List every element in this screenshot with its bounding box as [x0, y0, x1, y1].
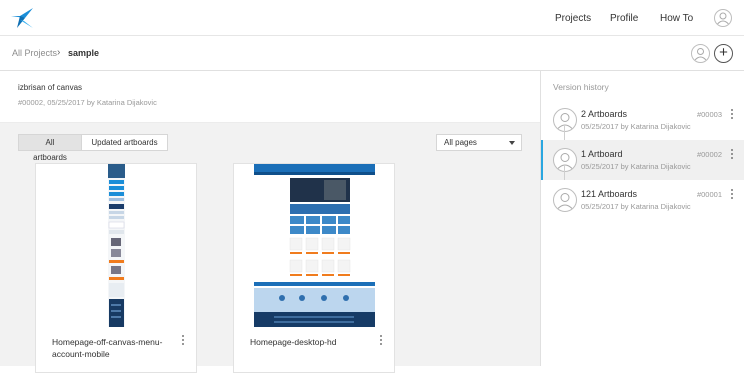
logo-icon[interactable]: [11, 8, 33, 28]
version-item[interactable]: 2 Artboards 05/25/2017 by Katarina Dijak…: [541, 100, 744, 140]
version-number: #00003: [696, 110, 722, 119]
nav-profile-link[interactable]: Profile: [610, 13, 638, 24]
top-navigation-bar: Projects Profile How To: [0, 0, 744, 36]
version-meta: 05/25/2017 by Katarina Dijakovic: [581, 122, 691, 131]
more-vertical-icon[interactable]: [729, 149, 735, 163]
chevron-down-icon: [509, 141, 515, 145]
project-info: izbrisan of canvas #00002, 05/25/2017 by…: [0, 71, 540, 123]
timeline-connector: [564, 166, 565, 180]
user-avatar-icon: [553, 108, 577, 132]
artboard-thumbnail-desktop: [234, 164, 394, 327]
tab-updated-artboards[interactable]: Updated artboards: [81, 135, 167, 150]
nav-projects-link[interactable]: Projects: [555, 13, 591, 24]
version-number: #00001: [696, 190, 722, 199]
user-avatar-icon[interactable]: [714, 9, 732, 27]
artboard-name: Homepage-off-canvas-menu-account-mobile: [52, 337, 163, 359]
plus-icon: +: [719, 44, 728, 61]
version-meta: 05/25/2017 by Katarina Dijakovic: [581, 162, 691, 171]
version-number: #00002: [696, 150, 722, 159]
artboard-card[interactable]: Homepage-desktop-hd: [233, 163, 395, 373]
version-history-panel: Version history 2 Artboards 05/25/2017 b…: [540, 71, 744, 366]
more-vertical-icon[interactable]: [729, 189, 735, 203]
version-item-selected[interactable]: 1 Artboard 05/25/2017 by Katarina Dijako…: [541, 140, 744, 180]
version-item[interactable]: 121 Artboards 05/25/2017 by Katarina Dij…: [541, 180, 744, 220]
user-avatar-icon: [553, 148, 577, 172]
more-vertical-icon[interactable]: [180, 335, 186, 349]
collaborator-avatar-icon[interactable]: [691, 44, 710, 63]
chevron-right-icon: ›: [57, 47, 61, 58]
breadcrumb-all-projects-link[interactable]: All Projects: [12, 48, 57, 58]
version-name: 121 Artboards: [581, 189, 638, 199]
version-history-title: Version history: [553, 82, 609, 92]
breadcrumb: All Projects › sample: [0, 36, 744, 71]
timeline-connector: [564, 126, 565, 140]
artboard-name: Homepage-desktop-hd: [250, 337, 337, 347]
project-title: izbrisan of canvas: [18, 83, 83, 92]
breadcrumb-current-project: sample: [68, 48, 100, 58]
more-vertical-icon[interactable]: [378, 335, 384, 349]
page-select-dropdown[interactable]: All pages: [436, 134, 522, 151]
version-name: 2 Artboards: [581, 109, 628, 119]
page-select-value: All pages: [444, 138, 477, 147]
user-avatar-icon: [553, 188, 577, 212]
artboard-thumbnail-mobile: [36, 164, 196, 327]
nav-how-to-link[interactable]: How To: [660, 13, 693, 24]
version-meta: 05/25/2017 by Katarina Dijakovic: [581, 202, 691, 211]
artboard-card[interactable]: Homepage-off-canvas-menu-account-mobile: [35, 163, 197, 373]
tab-all-artboards[interactable]: All artboards: [19, 135, 81, 162]
more-vertical-icon[interactable]: [729, 109, 735, 123]
artboard-filter-toggle: All artboards Updated artboards: [18, 134, 168, 162]
project-meta: #00002, 05/25/2017 by Katarina Dijakovic: [18, 98, 157, 107]
artboards-area: All artboards Updated artboards All page…: [0, 123, 540, 373]
version-name: 1 Artboard: [581, 149, 623, 159]
add-collaborator-button[interactable]: +: [714, 44, 733, 63]
